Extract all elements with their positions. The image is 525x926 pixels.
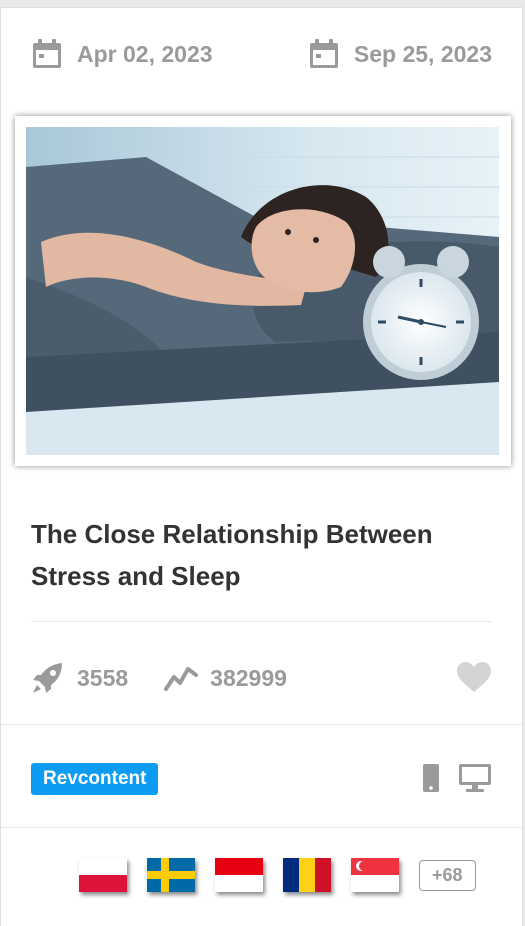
more-countries-badge[interactable]: +68 bbox=[419, 859, 476, 891]
flag-indonesia bbox=[215, 858, 263, 892]
flag-singapore bbox=[351, 858, 399, 892]
flag-romania bbox=[283, 858, 331, 892]
flag-poland bbox=[79, 858, 127, 892]
impressions-stat: 382999 bbox=[164, 663, 287, 693]
calendar-icon bbox=[33, 39, 61, 68]
ad-title[interactable]: The Close Relationship Between Stress an… bbox=[31, 513, 491, 597]
launches-count: 3558 bbox=[77, 664, 129, 691]
flag-sweden bbox=[147, 858, 195, 892]
divider bbox=[31, 621, 492, 622]
desktop-icon bbox=[459, 764, 491, 792]
trend-line-icon bbox=[164, 667, 199, 691]
start-date: Apr 02, 2023 bbox=[31, 38, 213, 70]
ad-image-frame[interactable] bbox=[15, 116, 511, 466]
mobile-icon bbox=[423, 764, 439, 792]
end-date-text: Sep 25, 2023 bbox=[353, 40, 492, 67]
network-badge[interactable]: Revcontent bbox=[31, 763, 159, 795]
ad-card[interactable]: Apr 02, 2023 Sep 25, 2023 The Close Rela… bbox=[0, 7, 523, 926]
impressions-count: 382999 bbox=[210, 664, 287, 691]
device-list bbox=[404, 763, 492, 793]
ad-image[interactable] bbox=[26, 127, 499, 455]
section-separator bbox=[1, 827, 522, 828]
date-range: Apr 02, 2023 Sep 25, 2023 bbox=[31, 38, 492, 84]
end-date: Sep 25, 2023 bbox=[308, 38, 492, 70]
calendar-icon bbox=[309, 39, 338, 68]
launches-stat: 3558 bbox=[31, 661, 128, 695]
start-date-text: Apr 02, 2023 bbox=[77, 40, 213, 67]
country-list: +68 bbox=[79, 858, 476, 892]
section-separator bbox=[1, 724, 522, 725]
stats-row: 3558 382999 bbox=[31, 658, 492, 698]
heart-icon[interactable] bbox=[456, 661, 492, 693]
rocket-icon bbox=[33, 663, 62, 693]
